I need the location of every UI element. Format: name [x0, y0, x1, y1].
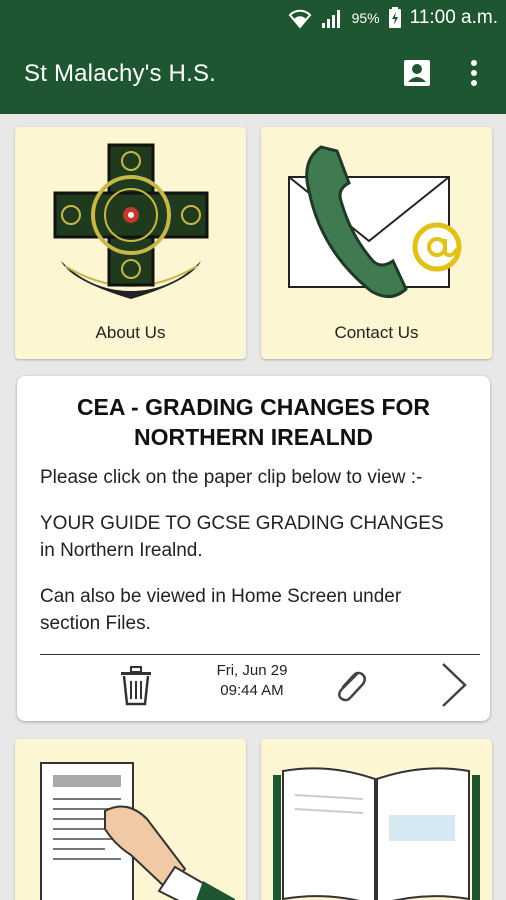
news-date: Fri, Jun 29 [216, 662, 288, 679]
school-crest-icon [53, 143, 209, 299]
contact-us-tile[interactable]: Contact Us [261, 127, 492, 359]
paperclip-icon[interactable] [331, 666, 371, 706]
contact-us-label: Contact Us [334, 323, 419, 342]
battery-charging-icon [388, 7, 401, 28]
news-datetime: Fri, Jun 29 09:44 AM [207, 661, 297, 701]
contact-card-icon[interactable] [402, 58, 432, 88]
news-paragraph: Please click on the paper clip below to … [40, 467, 423, 488]
about-us-tile[interactable]: About Us [15, 127, 246, 359]
app-title: St Malachy's H.S. [24, 60, 217, 87]
signal-icon [321, 10, 340, 28]
about-us-label: About Us [95, 323, 166, 342]
battery-percent: 95% [351, 10, 380, 26]
chevron-right-icon[interactable] [437, 660, 471, 710]
open-book-icon [273, 767, 480, 900]
trash-icon[interactable] [119, 666, 153, 706]
news-time: 09:44 AM [220, 682, 284, 699]
news-body: Please click on the paper clip below to … [40, 464, 460, 654]
document-hand-icon [40, 762, 235, 900]
status-icons: 95% 11:00 a.m. [288, 4, 498, 32]
app-bar: St Malachy's H.S. [0, 36, 506, 114]
books-tile[interactable] [261, 739, 492, 900]
status-bar: 95% 11:00 a.m. [0, 0, 506, 36]
news-card[interactable]: CEA - GRADING CHANGES FOR NORTHERN IREAL… [17, 376, 490, 721]
clock: 11:00 a.m. [409, 7, 498, 28]
news-paragraph: YOUR GUIDE TO GCSE GRADING CHANGES in No… [40, 513, 444, 561]
news-paragraph: Can also be viewed in Home Screen under … [40, 586, 402, 634]
more-vert-icon[interactable] [462, 58, 486, 88]
contact-phone-mail-icon [288, 145, 462, 298]
documents-tile[interactable] [15, 739, 246, 900]
news-title: CEA - GRADING CHANGES FOR NORTHERN IREAL… [76, 394, 431, 450]
wifi-icon [288, 9, 311, 29]
divider [40, 654, 480, 655]
